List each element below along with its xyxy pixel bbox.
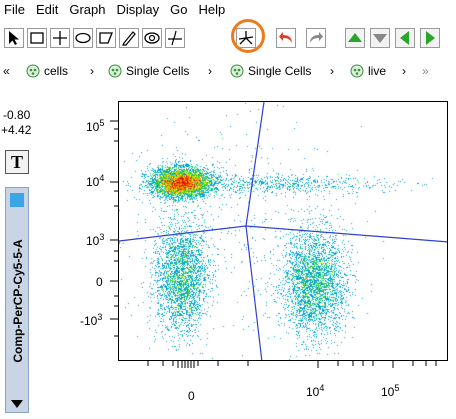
breadcrumb-back[interactable]: « [3,62,10,80]
redo-button[interactable] [306,28,326,48]
breadcrumb-label: live [368,64,387,78]
up-arrow-icon [348,33,362,42]
redo-icon [310,32,323,43]
freehand-gate-icon [122,31,136,46]
web-gate-button[interactable] [142,28,162,48]
undo-button[interactable] [276,28,296,48]
y-axis-ticks [110,120,118,337]
spider-quad-gate[interactable] [119,102,448,361]
gate-line-top [245,102,265,227]
right-arrow-icon [426,31,435,45]
menu-display[interactable]: Display [113,0,167,20]
grid-icon [10,193,24,207]
menu-go[interactable]: Go [166,0,194,20]
ellipse-gate-button[interactable] [73,28,93,48]
toolbar [0,19,456,58]
population-icon [108,64,122,78]
breadcrumb-item-single-cells-2[interactable]: Single Cells [230,62,311,80]
rectangle-gate-button[interactable] [27,28,47,48]
breadcrumb-item-live[interactable]: live [350,62,386,80]
y-axis-parameter-selector[interactable]: Comp-PerCP-Cy5-5-A [5,187,29,413]
dot-plot[interactable] [118,101,448,361]
move-left-button[interactable] [395,28,415,48]
down-arrow-icon [373,34,387,43]
pointer-icon [9,31,19,45]
population-icon [230,64,244,78]
rectangle-gate-icon [30,32,44,44]
breadcrumb: « cells › Single Cells › Single Cells › … [0,62,456,80]
move-right-button[interactable] [420,28,440,48]
move-down-button[interactable] [370,28,390,48]
x-tick-label: 105 [381,383,400,399]
curly-quad-gate-icon [168,30,182,46]
ellipse-gate-icon [75,32,91,44]
quadrant-gate-icon [53,31,67,45]
breadcrumb-separator: › [208,64,212,78]
move-up-button[interactable] [345,28,365,48]
curly-quad-gate-button[interactable] [165,28,185,48]
left-arrow-icon [400,31,409,45]
y-axis-label: Comp-PerCP-Cy5-5-A [11,239,25,363]
freehand-gate-button[interactable] [119,28,139,48]
gate-line-bottom [245,225,263,360]
breadcrumb-label: Single Cells [126,64,190,78]
x-tick-label: 0 [188,389,195,403]
menu-edit[interactable]: Edit [32,0,65,20]
menu-help[interactable]: Help [194,0,232,20]
polygon-gate-icon [99,32,113,44]
quadrant-gate-button[interactable] [50,28,70,48]
polygon-gate-button[interactable] [96,28,116,48]
breadcrumb-separator: › [90,64,94,78]
breadcrumb-separator: › [402,64,406,78]
breadcrumb-item-single-cells-1[interactable]: Single Cells [108,62,189,80]
breadcrumb-separator: › [330,64,334,78]
text-tool-button[interactable]: T [5,150,29,174]
breadcrumb-forward[interactable]: » [422,62,429,80]
y-tick-label: -103 [80,312,103,328]
menu-graph[interactable]: Graph [65,0,112,20]
x-axis-ticks [147,361,437,368]
breadcrumb-item-cells[interactable]: cells [26,62,68,80]
gate-line-left [119,225,247,242]
web-gate-icon [144,32,160,44]
undo-icon [279,32,292,43]
breadcrumb-label: cells [44,64,69,78]
menu-file[interactable]: File [0,0,32,20]
cursor-y-readout: +4.42 [1,123,32,137]
dropdown-arrow-icon[interactable] [11,400,23,408]
breadcrumb-label: Single Cells [248,64,312,78]
pointer-tool-button[interactable] [4,28,24,48]
gate-line-right [245,225,447,243]
x-tick-label: 104 [306,383,325,399]
population-icon [350,64,364,78]
cursor-x-readout: -0.80 [3,108,31,122]
population-icon [26,64,40,78]
tool-highlight-ring [231,19,265,53]
menu-bar: File Edit Graph Display Go Help [0,0,456,20]
